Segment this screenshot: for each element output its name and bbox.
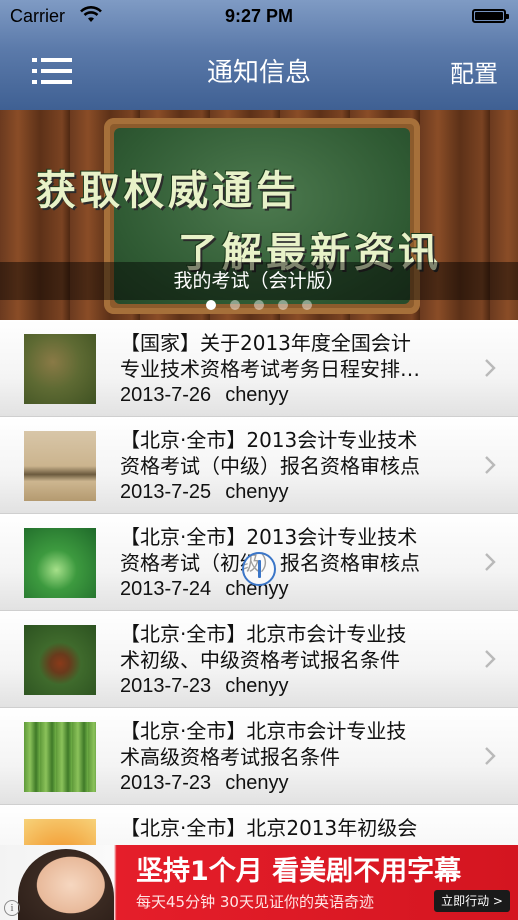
notice-meta: 2013-7-23 chenyy (120, 772, 289, 795)
notice-author: chenyy (225, 675, 289, 697)
notice-title-line1: 【北京·全市】北京2013年初级会 (120, 816, 418, 840)
notice-thumbnail (24, 334, 96, 404)
notice-title-line2: 资格考试（中级）报名资格审核点 (120, 454, 420, 478)
battery-icon (472, 9, 509, 23)
status-bar: Carrier 9:27 PM (0, 0, 518, 34)
notice-title-line1: 【北京·全市】北京市会计专业技 (120, 719, 407, 743)
notice-meta: 2013-7-26 chenyy (120, 384, 289, 407)
banner-headline-1: 获取权威通告 (36, 167, 300, 214)
page-dot[interactable] (206, 300, 216, 310)
touch-indicator-icon (242, 552, 276, 586)
chevron-right-icon (485, 553, 496, 571)
page-dot[interactable] (278, 300, 288, 310)
page-dot[interactable] (254, 300, 264, 310)
notice-title-line2: 专业技术资格考试考务日程安排… (120, 357, 420, 381)
notice-thumbnail (24, 722, 96, 792)
notice-row[interactable]: 【国家】关于2013年度全国会计 专业技术资格考试考务日程安排… 2013-7-… (0, 320, 518, 417)
chevron-right-icon (485, 747, 496, 765)
notice-date: 2013-7-26 (120, 384, 212, 406)
notice-title-line2: 术高级资格考试报名条件 (120, 745, 340, 769)
chevron-right-icon (485, 456, 496, 474)
notice-thumbnail (24, 625, 96, 695)
page-dot[interactable] (230, 300, 240, 310)
page-dot[interactable] (302, 300, 312, 310)
notice-date: 2013-7-23 (120, 772, 212, 794)
notice-thumbnail (24, 528, 96, 598)
info-icon[interactable]: i (4, 900, 20, 916)
notice-title-line1: 【北京·全市】2013会计专业技术 (120, 428, 418, 452)
notice-row[interactable]: 【北京·全市】2013会计专业技术 资格考试（中级）报名资格审核点 2013-7… (0, 417, 518, 514)
ad-cta-button[interactable]: 立即行动 > (434, 890, 510, 912)
notice-row[interactable]: 【北京·全市】北京市会计专业技 术高级资格考试报名条件 2013-7-23 che… (0, 708, 518, 805)
ad-headline: 坚持1个月 看美剧不用字幕 (136, 856, 462, 887)
notice-author: chenyy (225, 772, 289, 794)
notice-title-line2: 资格考试（初级）报名资格审核点 (120, 550, 465, 576)
notice-row[interactable]: 【北京·全市】北京市会计专业技 术初级、中级资格考试报名条件 2013-7-23… (0, 611, 518, 708)
ad-subline: 每天45分钟 30天见证你的英语奇迹 (136, 893, 374, 911)
config-button[interactable]: 配置 (450, 54, 498, 89)
notice-list: 【国家】关于2013年度全国会计 专业技术资格考试考务日程安排… 2013-7-… (0, 320, 518, 902)
notice-date: 2013-7-23 (120, 675, 212, 697)
banner-carousel[interactable]: 获取权威通告 了解最新资讯 我的考试（会计版） (0, 110, 518, 320)
notice-date: 2013-7-24 (120, 578, 212, 600)
chevron-right-icon (485, 650, 496, 668)
notice-title-line1: 【国家】关于2013年度全国会计 (120, 331, 411, 355)
notice-title-line2: 术初级、中级资格考试报名条件 (120, 648, 400, 672)
navigation-bar: 通知信息 配置 (0, 34, 518, 110)
page-title: 通知信息 (206, 58, 311, 88)
ad-banner[interactable]: i 坚持1个月 看美剧不用字幕 每天45分钟 30天见证你的英语奇迹 立即行动 … (0, 845, 518, 920)
notice-date: 2013-7-25 (120, 481, 212, 503)
notice-author: chenyy (225, 384, 289, 406)
notice-title-line1: 【北京·全市】2013会计专业技术 (120, 525, 418, 549)
notice-title-line1: 【北京·全市】北京市会计专业技 (120, 622, 407, 646)
ad-model-image (18, 849, 114, 920)
notice-meta: 2013-7-25 chenyy (120, 481, 289, 504)
chevron-right-icon (485, 359, 496, 377)
clock: 9:27 PM (224, 6, 294, 26)
banner-caption: 我的考试（会计版） (173, 270, 345, 292)
notice-thumbnail (24, 431, 96, 501)
notice-meta: 2013-7-23 chenyy (120, 675, 289, 698)
page-indicator[interactable] (0, 300, 518, 310)
notice-author: chenyy (225, 481, 289, 503)
